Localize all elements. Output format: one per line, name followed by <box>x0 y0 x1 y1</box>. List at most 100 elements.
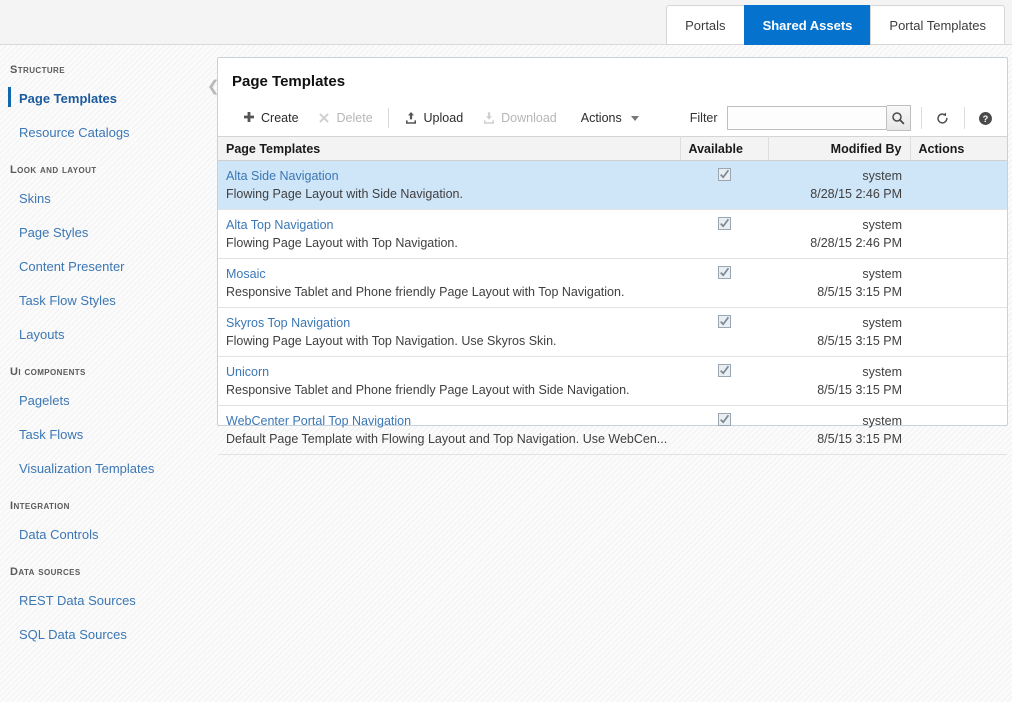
page-templates-table: Page Templates Available Modified By Action… <box>218 136 1007 455</box>
template-description: Flowing Page Layout with Top Navigation.… <box>226 334 557 348</box>
sidebar-item-sql-data-sources[interactable]: SQL Data Sources <box>0 621 216 649</box>
search-button[interactable] <box>886 105 911 131</box>
actions-menu-button[interactable]: Actions <box>572 108 648 128</box>
table-row[interactable]: Mosaic Responsive Tablet and Phone friend… <box>218 258 1007 308</box>
chevron-down-icon <box>630 115 639 121</box>
filter-label: Filter <box>689 111 718 125</box>
template-name-link[interactable]: WebCenter Portal Top Navigation <box>226 412 672 430</box>
template-name-cell: Alta Side Navigation Flowing Page Layout … <box>218 160 680 210</box>
table-row[interactable]: Skyros Top Navigation Flowing Page Layout… <box>218 307 1007 357</box>
sidebar-group: UI Components Pagelets Task Flows Visualiza… <box>0 363 216 483</box>
template-name-cell: WebCenter Portal Top Navigation Default P… <box>218 405 680 455</box>
available-checkbox <box>717 168 731 182</box>
table-row[interactable]: Alta Top Navigation Flowing Page Layout w… <box>218 209 1007 259</box>
modified-date: 8/5/15 3:15 PM <box>817 285 902 299</box>
sidebar-item-page-templates[interactable]: Page Templates <box>0 85 216 113</box>
row-actions-cell[interactable] <box>910 307 1007 357</box>
help-icon: ? <box>978 111 993 126</box>
modified-date: 8/5/15 3:15 PM <box>817 383 902 397</box>
create-button-label: Create <box>261 111 299 125</box>
download-button-label: Download <box>501 111 557 125</box>
sidebar-item-visualization-templates[interactable]: Visualization Templates <box>0 455 216 483</box>
column-header-actions[interactable]: Actions <box>910 136 1007 161</box>
template-name-cell: Skyros Top Navigation Flowing Page Layout… <box>218 307 680 357</box>
sidebar-item-pagelets[interactable]: Pagelets <box>0 387 216 415</box>
template-description: Default Page Template with Flowing Layou… <box>226 432 668 446</box>
column-header-modified-by[interactable]: Modified By <box>768 136 911 161</box>
sidebar-group: Data Sources REST Data Sources SQL Data So… <box>0 563 216 649</box>
row-actions-cell[interactable] <box>910 405 1007 455</box>
modified-by-cell: system 8/5/15 3:15 PM <box>768 307 910 357</box>
sidebar-item-resource-catalogs[interactable]: Resource Catalogs <box>0 119 216 147</box>
available-cell[interactable] <box>680 209 768 259</box>
available-cell[interactable] <box>680 356 768 406</box>
sidebar-group: Integration Data Controls <box>0 497 216 549</box>
delete-button[interactable]: Delete <box>308 108 382 129</box>
available-checkbox <box>717 217 731 231</box>
available-cell[interactable] <box>680 405 768 455</box>
close-x-icon <box>317 111 332 126</box>
template-name-link[interactable]: Mosaic <box>226 265 672 283</box>
upload-icon <box>404 111 419 126</box>
template-name-link[interactable]: Unicorn <box>226 363 672 381</box>
modified-by-cell: system 8/5/15 3:15 PM <box>768 258 910 308</box>
row-actions-cell[interactable] <box>910 258 1007 308</box>
download-icon <box>481 111 496 126</box>
row-actions-cell[interactable] <box>910 356 1007 406</box>
sidebar-group-title: Data Sources <box>10 566 81 578</box>
upload-button-label: Upload <box>423 111 464 125</box>
modified-date: 8/28/15 2:46 PM <box>810 236 902 250</box>
help-button[interactable]: ? <box>975 105 997 131</box>
table-row[interactable]: Alta Side Navigation Flowing Page Layout … <box>218 160 1007 210</box>
template-name-cell: Unicorn Responsive Tablet and Phone frien… <box>218 356 680 406</box>
tab-portal-templates[interactable]: Portal Templates <box>870 5 1005 45</box>
plus-icon <box>241 111 256 126</box>
sidebar-item-data-controls[interactable]: Data Controls <box>0 521 216 549</box>
row-actions-cell[interactable] <box>910 160 1007 210</box>
download-button[interactable]: Download <box>472 108 566 129</box>
available-cell[interactable] <box>680 258 768 308</box>
upload-button[interactable]: Upload <box>395 108 473 129</box>
available-cell[interactable] <box>680 307 768 357</box>
tab-shared-assets[interactable]: Shared Assets <box>743 5 871 45</box>
sidebar-group-title: UI Components <box>10 366 86 378</box>
sidebar-group-title: Look and Layout <box>10 164 97 176</box>
available-cell[interactable] <box>680 160 768 210</box>
template-name-link[interactable]: Alta Top Navigation <box>226 216 672 234</box>
sidebar-item-skins[interactable]: Skins <box>0 185 216 213</box>
template-name-link[interactable]: Skyros Top Navigation <box>226 314 672 332</box>
modified-by-cell: system 8/5/15 3:15 PM <box>768 356 910 406</box>
table-row[interactable]: Unicorn Responsive Tablet and Phone frien… <box>218 356 1007 406</box>
template-description: Flowing Page Layout with Top Navigation. <box>226 236 458 250</box>
sidebar-group: Look and Layout Skins Page Styles Content P… <box>0 161 216 349</box>
refresh-button[interactable] <box>932 105 954 131</box>
modified-by-cell: system 8/28/15 2:46 PM <box>768 209 910 259</box>
modified-by-user: system <box>862 267 902 281</box>
sidebar-item-task-flows[interactable]: Task Flows <box>0 421 216 449</box>
top-header: Portals Shared Assets Portal Templates <box>0 0 1012 45</box>
table-header-row: Page Templates Available Modified By Action… <box>218 136 1007 161</box>
table-row[interactable]: WebCenter Portal Top Navigation Default P… <box>218 405 1007 455</box>
sidebar-item-content-presenter[interactable]: Content Presenter <box>0 253 216 281</box>
column-header-available[interactable]: Available <box>680 136 769 161</box>
template-description: Responsive Tablet and Phone friendly Pag… <box>226 383 630 397</box>
tab-portals[interactable]: Portals <box>666 5 744 45</box>
sidebar-item-layouts[interactable]: Layouts <box>0 321 216 349</box>
modified-date: 8/28/15 2:46 PM <box>810 187 902 201</box>
template-description: Responsive Tablet and Phone friendly Pag… <box>226 285 625 299</box>
sidebar-item-rest-data-sources[interactable]: REST Data Sources <box>0 587 216 615</box>
sidebar-item-task-flow-styles[interactable]: Task Flow Styles <box>0 287 216 315</box>
chevron-left-icon[interactable]: ❮ <box>207 76 220 98</box>
available-checkbox <box>717 413 731 427</box>
sidebar: Structure Page Templates Resource Catalogs… <box>0 45 216 702</box>
sidebar-item-page-styles[interactable]: Page Styles <box>0 219 216 247</box>
template-name-cell: Mosaic Responsive Tablet and Phone friend… <box>218 258 680 308</box>
template-name-link[interactable]: Alta Side Navigation <box>226 167 672 185</box>
column-header-page-templates[interactable]: Page Templates <box>218 136 681 161</box>
toolbar-divider-3 <box>963 107 965 129</box>
search-icon <box>891 111 906 126</box>
toolbar-divider <box>387 108 389 128</box>
create-button[interactable]: Create <box>232 108 308 129</box>
filter-input[interactable] <box>726 106 887 130</box>
row-actions-cell[interactable] <box>910 209 1007 259</box>
